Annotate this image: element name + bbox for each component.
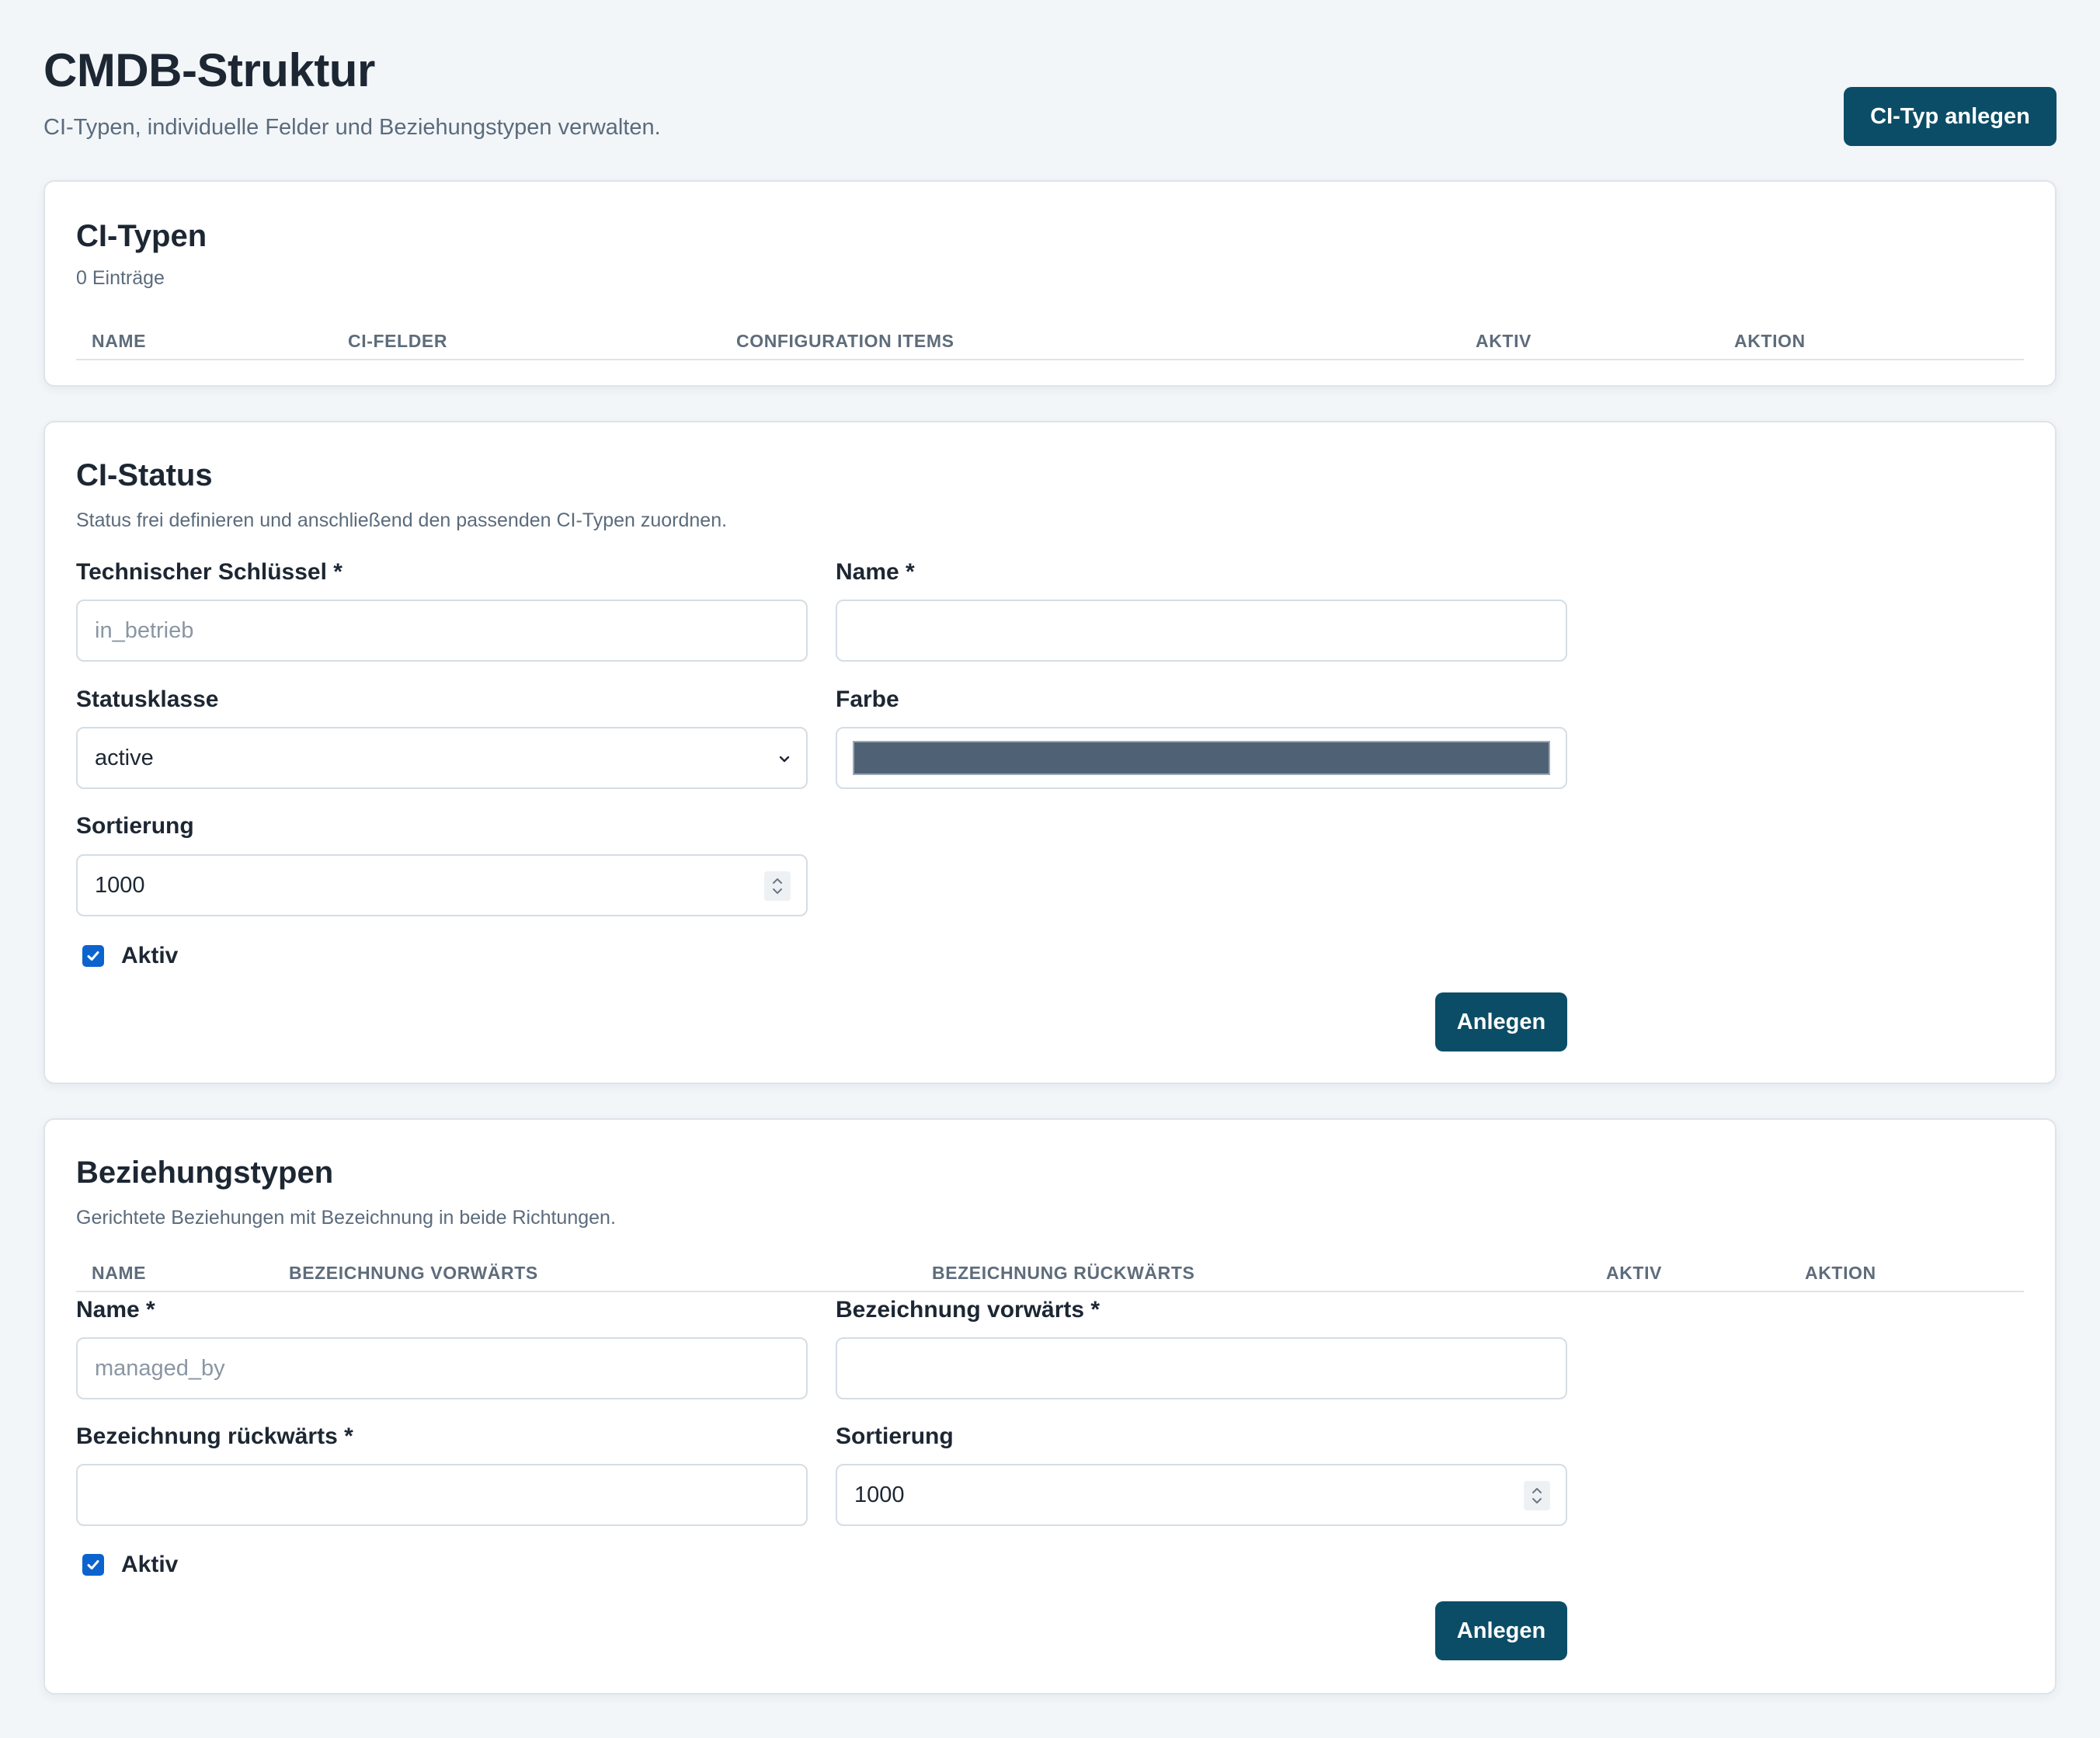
column-header-active[interactable]: AKTIV — [1476, 331, 1532, 352]
status-class-value: active — [95, 745, 154, 770]
ci-types-count: 0 Einträge — [76, 267, 165, 289]
ci-types-title: CI-Typen — [76, 219, 207, 253]
active-checkbox-label: Aktiv — [121, 943, 179, 968]
create-relation-type-button[interactable]: Anlegen — [1435, 1601, 1567, 1660]
ci-status-card: CI-Status Status frei definieren und ans… — [43, 421, 2057, 1084]
color-picker-input[interactable] — [836, 727, 1567, 789]
status-class-label: Statusklasse — [76, 687, 219, 712]
checkmark-icon — [87, 951, 99, 961]
column-header-action: AKTION — [1734, 331, 1806, 351]
create-status-button[interactable]: Anlegen — [1435, 992, 1567, 1051]
cmdb-structure-page: CMDB-Struktur CI-Typen, individuelle Fel… — [0, 0, 2100, 1738]
active-checkbox[interactable] — [82, 945, 104, 967]
chevron-down-icon — [779, 756, 790, 763]
number-stepper-icon[interactable] — [764, 871, 791, 901]
sort-order-input[interactable]: 1000 — [76, 854, 808, 916]
sort-order-value: 1000 — [95, 872, 145, 898]
page-title: CMDB-Struktur — [43, 44, 375, 96]
column-header-configuration-items[interactable]: CONFIGURATION ITEMS — [736, 331, 954, 352]
ci-status-title: CI-Status — [76, 458, 213, 492]
status-name-input[interactable] — [836, 600, 1567, 662]
backward-label-input[interactable] — [76, 1464, 808, 1526]
ci-types-table-header: NAME CI-FELDER CONFIGURATION ITEMS AKTIV… — [76, 322, 2024, 360]
sort-order-label: Sortierung — [76, 813, 194, 839]
ci-status-description: Status frei definieren und anschließend … — [76, 509, 728, 531]
relation-active-checkbox-row: Aktiv — [82, 1552, 178, 1578]
forward-label-input[interactable] — [836, 1337, 1567, 1399]
checkmark-icon — [87, 1560, 99, 1569]
relation-types-table-header: NAME BEZEICHNUNG VORWÄRTS BEZEICHNUNG RÜ… — [76, 1253, 2024, 1292]
page-header: CMDB-Struktur CI-Typen, individuelle Fel… — [43, 0, 2057, 180]
relation-types-description: Gerichtete Beziehungen mit Bezeichnung i… — [76, 1207, 616, 1229]
relation-sort-order-label: Sortierung — [836, 1423, 954, 1449]
relation-types-title: Beziehungstypen — [76, 1156, 334, 1190]
color-swatch — [853, 741, 1550, 775]
status-class-select[interactable]: active — [76, 727, 808, 789]
column-header-active[interactable]: AKTIV — [1606, 1263, 1662, 1284]
relation-active-checkbox[interactable] — [82, 1554, 104, 1576]
forward-label-label: Bezeichnung vorwärts * — [836, 1297, 1100, 1323]
technical-key-input[interactable] — [76, 600, 808, 662]
backward-label-label: Bezeichnung rückwärts * — [76, 1423, 353, 1449]
ci-types-card: CI-Typen 0 Einträge NAME CI-FELDER CONFI… — [43, 180, 2057, 387]
column-header-ci-fields[interactable]: CI-FELDER — [348, 331, 447, 352]
create-ci-type-button[interactable]: CI-Typ anlegen — [1844, 87, 2057, 146]
relation-types-card: Beziehungstypen Gerichtete Beziehungen m… — [43, 1118, 2057, 1695]
column-header-action: AKTION — [1805, 1263, 1876, 1283]
number-stepper-icon[interactable] — [1524, 1481, 1550, 1510]
column-header-name[interactable]: NAME — [92, 1263, 146, 1284]
relation-sort-order-value: 1000 — [854, 1482, 905, 1507]
relation-name-input[interactable] — [76, 1337, 808, 1399]
status-name-label: Name * — [836, 559, 915, 585]
page-subtitle: CI-Typen, individuelle Felder und Bezieh… — [43, 115, 661, 140]
technical-key-label: Technischer Schlüssel * — [76, 559, 342, 585]
active-checkbox-row: Aktiv — [82, 943, 178, 969]
relation-active-checkbox-label: Aktiv — [121, 1552, 179, 1577]
color-label: Farbe — [836, 687, 899, 712]
relation-sort-order-input[interactable]: 1000 — [836, 1464, 1567, 1526]
relation-name-label: Name * — [76, 1297, 155, 1323]
column-header-forward-label[interactable]: BEZEICHNUNG VORWÄRTS — [289, 1263, 538, 1284]
column-header-name[interactable]: NAME — [92, 331, 146, 352]
column-header-backward-label[interactable]: BEZEICHNUNG RÜCKWÄRTS — [932, 1263, 1194, 1284]
